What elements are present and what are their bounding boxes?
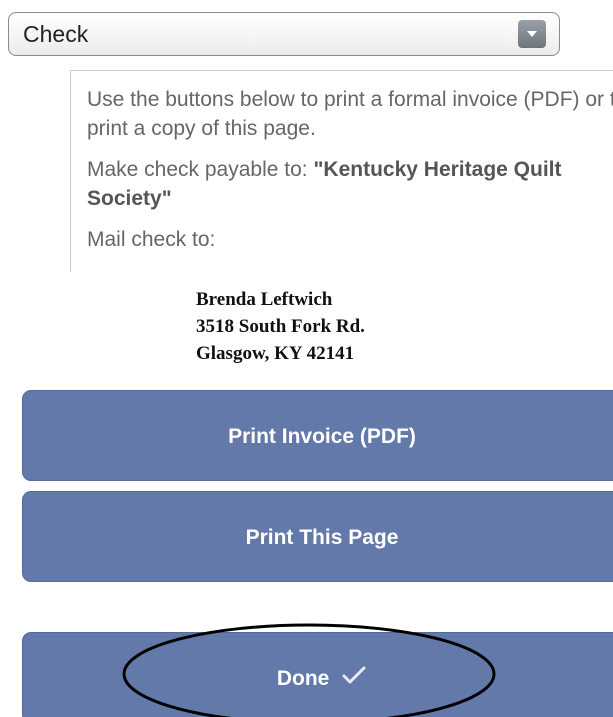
instructions-text: Use the buttons below to print a formal … — [87, 88, 613, 140]
payment-instructions-panel: Use the buttons below to print a formal … — [70, 70, 613, 272]
print-invoice-button[interactable]: Print Invoice (PDF) — [22, 390, 613, 481]
payment-page: Check Use the buttons below to print a f… — [0, 0, 613, 717]
payable-label: Make check payable to: — [87, 158, 314, 181]
print-page-button[interactable]: Print This Page — [22, 491, 613, 582]
mailing-address: Brenda Leftwich 3518 South Fork Rd. Glas… — [196, 286, 365, 367]
address-street: 3518 South Fork Rd. — [196, 316, 365, 337]
address-name: Brenda Leftwich — [196, 289, 333, 310]
print-invoice-label: Print Invoice (PDF) — [228, 425, 416, 448]
annotation-oval — [122, 623, 496, 717]
payment-method-value: Check — [23, 21, 89, 47]
mail-label: Mail check to: — [87, 228, 216, 251]
address-city-state-zip: Glasgow, KY 42141 — [196, 343, 355, 364]
payable-line: Make check payable to: "Kentucky Heritag… — [87, 155, 613, 213]
payment-method-select[interactable]: Check — [8, 12, 560, 56]
print-page-label: Print This Page — [245, 526, 399, 549]
chevron-down-icon[interactable] — [518, 20, 546, 48]
